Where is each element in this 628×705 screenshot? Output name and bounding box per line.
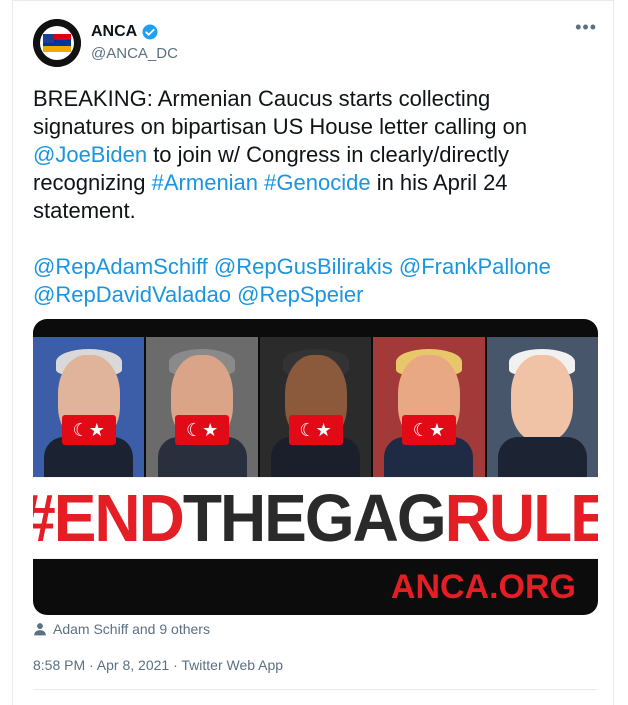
site-url: ANCA.ORG xyxy=(390,568,576,606)
tweet-body: BREAKING: Armenian Caucus starts collect… xyxy=(33,85,593,225)
tweet-text: BREAKING: Armenian Caucus starts collect… xyxy=(33,85,593,309)
banner-text-2: THEGAG xyxy=(182,480,447,556)
tweet-image[interactable]: ☾★ ☾★ ☾★ ☾★ #END THEGAG RULE ANCA.ORG xyxy=(33,319,598,615)
portrait-1: ☾★ xyxy=(33,337,147,477)
mention-repspeier[interactable]: @RepSpeier xyxy=(237,282,363,307)
portrait-4: ☾★ xyxy=(373,337,487,477)
more-options-icon[interactable]: ••• xyxy=(575,17,597,38)
turkish-flag-gag-icon: ☾★ xyxy=(61,415,116,445)
mention-joebiden[interactable]: @JoeBiden xyxy=(33,142,147,167)
avatar[interactable] xyxy=(33,19,81,67)
banner-text-1: #END xyxy=(33,480,185,556)
mention-repdavidvaladao[interactable]: @RepDavidValadao xyxy=(33,282,231,307)
endthegagrule-banner: #END THEGAG RULE xyxy=(33,477,598,559)
person-icon xyxy=(34,623,46,636)
portrait-row: ☾★ ☾★ ☾★ ☾★ xyxy=(33,337,598,477)
mention-repadamschiff[interactable]: @RepAdamSchiff xyxy=(33,254,208,279)
name-row: ANCA xyxy=(91,23,159,41)
hashtag-armenian[interactable]: #Armenian xyxy=(152,170,258,195)
tweet-timestamp[interactable]: 8:58 PM · Apr 8, 2021 · Twitter Web App xyxy=(33,657,283,673)
hashtag-genocide[interactable]: #Genocide xyxy=(264,170,370,195)
mentions-list: @RepAdamSchiff @RepGusBilirakis @FrankPa… xyxy=(33,253,593,309)
tweet-text-part1: BREAKING: Armenian Caucus starts collect… xyxy=(33,86,528,139)
liked-by-text[interactable]: Adam Schiff and 9 others xyxy=(53,621,210,637)
banner-text-3: RULE xyxy=(444,480,598,556)
divider xyxy=(33,689,597,690)
mention-frankpallone[interactable]: @FrankPallone xyxy=(399,254,551,279)
anca-logo-icon xyxy=(33,19,81,67)
verified-badge-icon xyxy=(142,24,158,40)
liked-by[interactable]: Adam Schiff and 9 others xyxy=(33,621,210,637)
tweet-card: ANCA @ANCA_DC ••• BREAKING: Armenian Cau… xyxy=(12,0,614,705)
display-name[interactable]: ANCA xyxy=(91,23,137,41)
turkish-flag-gag-icon: ☾★ xyxy=(288,415,343,445)
portrait-5 xyxy=(486,337,598,477)
turkish-flag-gag-icon: ☾★ xyxy=(401,415,456,445)
portrait-3: ☾★ xyxy=(259,337,374,477)
mention-repgusbilirakis[interactable]: @RepGusBilirakis xyxy=(214,254,393,279)
portrait-2: ☾★ xyxy=(146,337,260,477)
turkish-flag-gag-icon: ☾★ xyxy=(175,415,230,445)
handle[interactable]: @ANCA_DC xyxy=(91,45,178,62)
